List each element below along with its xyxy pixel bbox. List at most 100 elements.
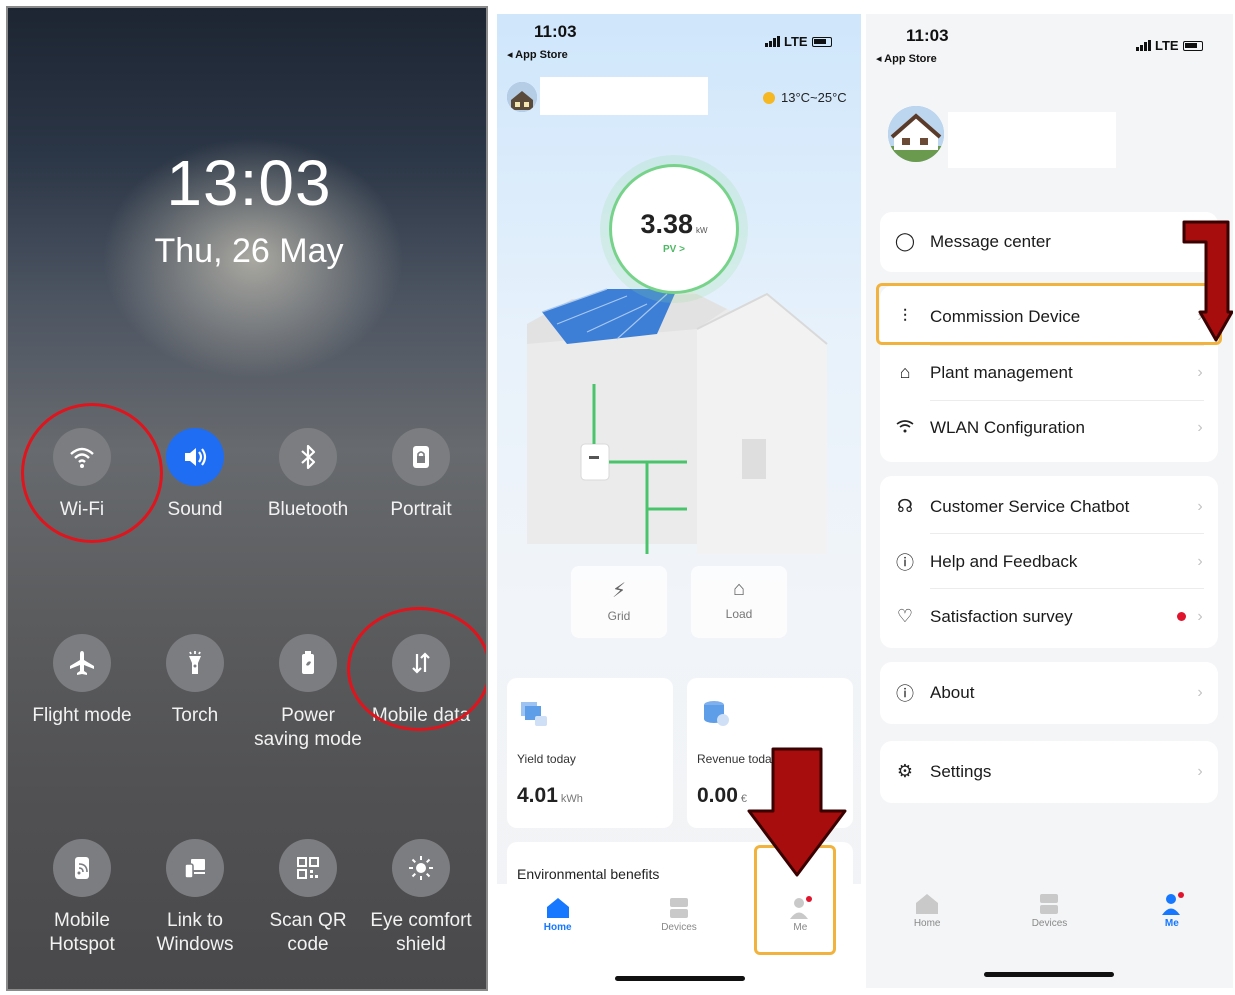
solar-panel-icon (521, 702, 547, 726)
power-number: 3.38 (640, 209, 693, 239)
menu-customer-service-chatbot[interactable]: ☊ Customer Service Chatbot › (880, 479, 1218, 534)
heart-icon: ♡ (896, 606, 914, 626)
tile-label: Mobile Hotspot (49, 910, 115, 955)
nav-devices[interactable]: Devices (639, 896, 719, 933)
tile-scan-qr[interactable]: Scan QR code (253, 839, 363, 957)
settings-icon: ⚙ (896, 761, 914, 781)
chevron-right-icon: › (1197, 762, 1203, 780)
tile-torch[interactable]: Torch (140, 634, 250, 728)
tile-flight-mode[interactable]: Flight mode (27, 634, 137, 728)
weather-widget: 13°C~25°C (763, 90, 847, 105)
tile-bluetooth[interactable]: Bluetooth (253, 428, 363, 522)
status-indicators: LTE (1136, 38, 1203, 53)
bottom-nav: Home Devices Me (866, 892, 1233, 929)
status-time: 11:03 (534, 22, 577, 41)
plant-house-icon: ⌂ (899, 362, 911, 382)
eye-comfort-icon (392, 839, 450, 897)
tile-portrait[interactable]: Portrait (366, 428, 476, 522)
power-unit: kW (696, 226, 708, 235)
nav-devices[interactable]: Devices (1009, 892, 1089, 929)
chevron-right-icon: › (1197, 418, 1203, 436)
app-me-screen: 11:03 ◂ App Store LTE ◯ Message center ⫶… (866, 14, 1233, 988)
menu-label: Satisfaction survey (930, 606, 1073, 626)
message-icon: ◯ (894, 231, 916, 251)
nav-home-label: Home (543, 922, 572, 933)
clock-date: Thu, 26 May (154, 232, 344, 270)
home-icon (887, 892, 967, 918)
nav-home[interactable]: Home (518, 896, 598, 933)
redacted-user-name (948, 112, 1116, 168)
house-illustration (527, 288, 828, 554)
tile-label: Bluetooth (267, 499, 349, 520)
airplane-icon (53, 634, 111, 692)
tile-link-to-windows[interactable]: Link to Windows (140, 839, 250, 957)
load-card[interactable]: ⌂ Load (691, 566, 787, 638)
menu-settings[interactable]: ⚙ Settings › (880, 744, 1218, 799)
avatar[interactable] (888, 106, 944, 162)
avatar[interactable] (507, 82, 537, 112)
back-to-app-store[interactable]: ◂ App Store (507, 48, 568, 61)
yield-today-card[interactable]: Yield today 4.01 kWh (507, 678, 673, 828)
load-label: Load (725, 607, 753, 621)
chevron-right-icon: › (1197, 497, 1203, 515)
menu-satisfaction-survey[interactable]: ♡ Satisfaction survey › (880, 589, 1218, 644)
tile-label: Flight mode (32, 705, 132, 726)
back-to-app-store[interactable]: ◂ App Store (876, 52, 937, 65)
home-icon (518, 896, 598, 922)
network-type: LTE (1155, 38, 1179, 53)
android-quick-settings-panel: 13:03 Thu, 26 May Wi-Fi Sound Bluetooth … (6, 6, 488, 991)
nav-home-label: Home (913, 918, 941, 929)
grid-card[interactable]: ⚡ Grid (571, 566, 667, 638)
clock-time: 13:03 (166, 147, 332, 219)
menu-group-settings: ⚙ Settings › (880, 741, 1218, 803)
down-arrow-annotation (747, 747, 847, 877)
portrait-lock-icon (392, 428, 450, 486)
tile-label: Torch (171, 705, 219, 726)
battery-icon (1182, 40, 1203, 51)
menu-about[interactable]: ⓘ About › (880, 665, 1218, 720)
devices-icon (1009, 892, 1089, 918)
signal-icon (765, 36, 780, 47)
tile-label: Power saving mode (254, 705, 362, 750)
sun-icon (763, 91, 775, 104)
pv-power-gauge[interactable]: 3.38 kW PV > (609, 164, 739, 294)
tile-label: Eye comfort shield (370, 910, 472, 955)
help-icon: ⓘ (896, 552, 914, 573)
revenue-value-row: 0.00 € (697, 784, 747, 808)
menu-label: WLAN Configuration (930, 417, 1085, 437)
battery-icon (811, 36, 832, 47)
home-indicator (984, 972, 1114, 977)
menu-plant-management[interactable]: ⌂ Plant management › (880, 345, 1218, 400)
chevron-right-icon: › (1197, 552, 1203, 570)
tile-eye-comfort[interactable]: Eye comfort shield (366, 839, 476, 957)
weather-range: 13°C~25°C (781, 90, 847, 105)
power-value: 3.38 kW (612, 209, 736, 240)
battery-saver-icon (279, 634, 337, 692)
power-source-link[interactable]: PV > (612, 244, 736, 255)
menu-label: Plant management (930, 362, 1073, 382)
nav-me[interactable]: Me (1132, 892, 1212, 929)
menu-help-and-feedback[interactable]: ⓘ Help and Feedback › (880, 534, 1218, 589)
revenue-value: 0.00 (697, 784, 738, 807)
status-indicators: LTE (765, 34, 832, 49)
network-type: LTE (784, 34, 808, 49)
status-time: 11:03 (906, 26, 949, 45)
link-windows-icon (166, 839, 224, 897)
torch-icon (166, 634, 224, 692)
mobile-data-highlight-circle (347, 607, 486, 731)
chevron-right-icon: › (1197, 683, 1203, 701)
chevron-right-icon: › (1197, 607, 1203, 625)
hotspot-icon (53, 839, 111, 897)
redacted-plant-name (540, 77, 708, 115)
yield-value: 4.01 (517, 784, 558, 807)
menu-wlan-configuration[interactable]: WLAN Configuration › (880, 400, 1218, 455)
info-icon: ⓘ (896, 683, 914, 704)
nav-devices-label: Devices (1031, 918, 1068, 929)
tile-power-saving[interactable]: Power saving mode (253, 634, 363, 752)
tile-mobile-hotspot[interactable]: Mobile Hotspot (27, 839, 137, 957)
menu-group-about: ⓘ About › (880, 662, 1218, 724)
bent-arrow-annotation (1182, 220, 1233, 342)
menu-label: Settings (930, 761, 992, 781)
nav-home[interactable]: Home (887, 892, 967, 929)
signal-icon (1136, 40, 1151, 51)
